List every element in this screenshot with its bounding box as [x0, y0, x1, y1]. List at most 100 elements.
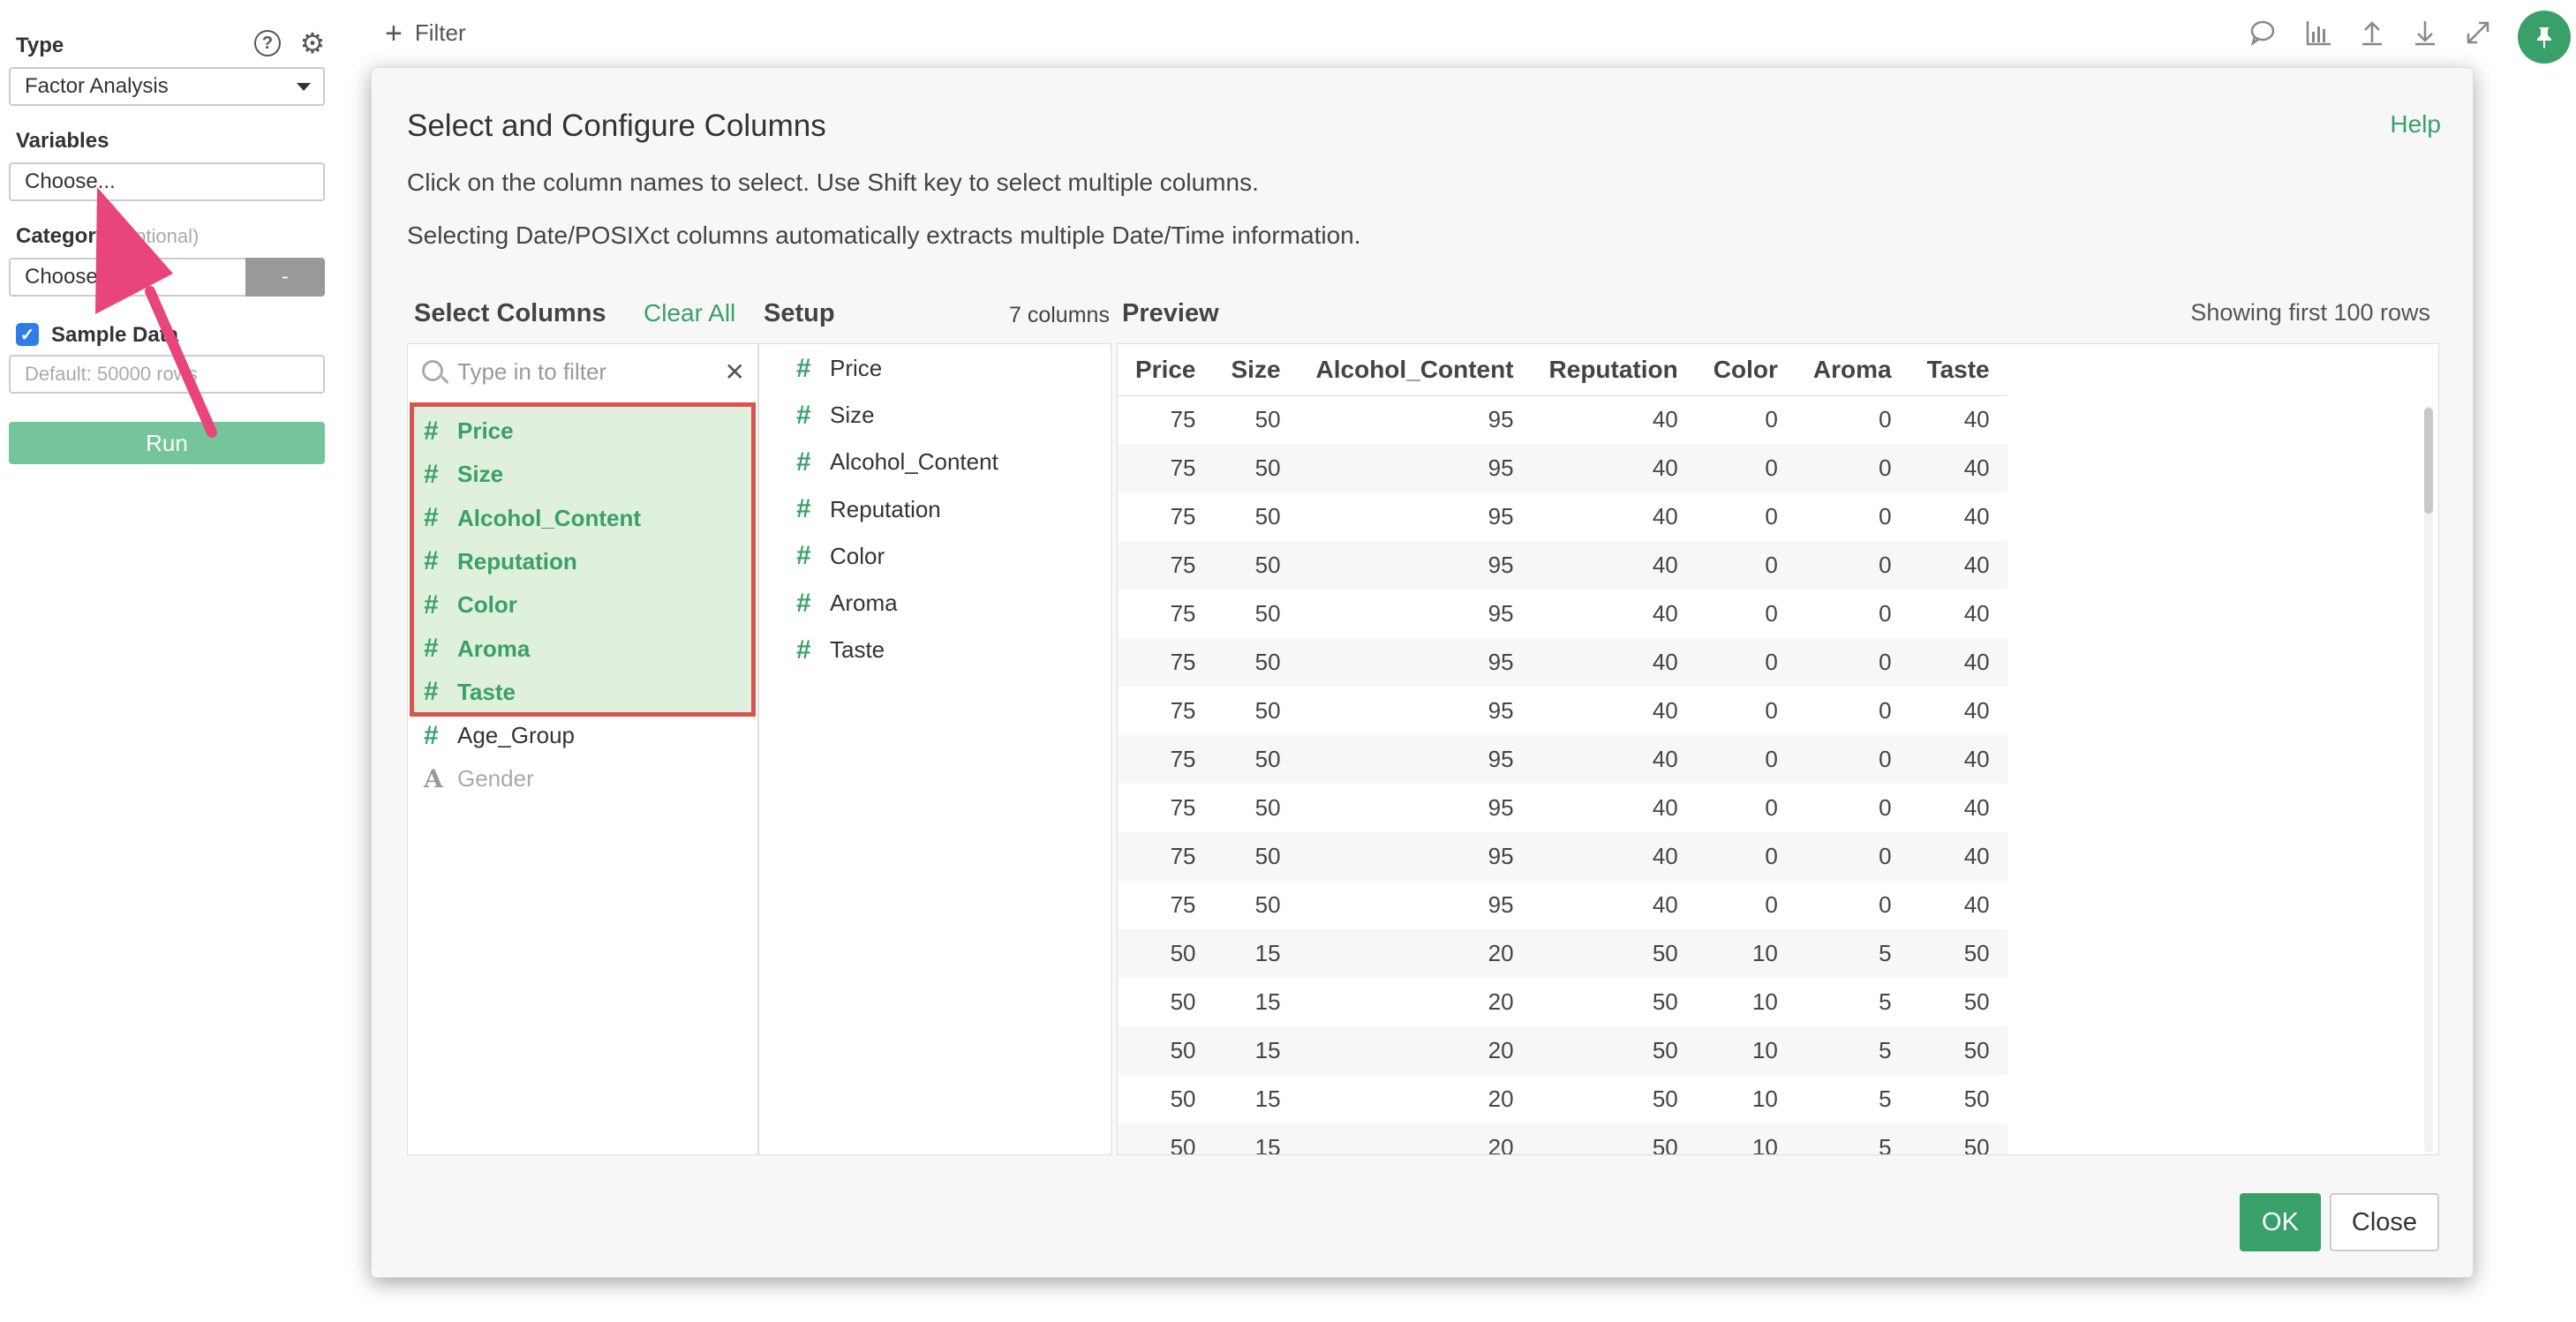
- numeric-type-icon: #: [424, 590, 439, 620]
- help-link[interactable]: Help: [2390, 110, 2441, 139]
- numeric-type-icon: #: [796, 635, 811, 665]
- column-item[interactable]: # Price: [796, 347, 882, 390]
- scrollbar-thumb[interactable]: [2424, 408, 2433, 514]
- table-cell: 50: [1213, 541, 1299, 590]
- column-item[interactable]: # Alcohol_Content: [424, 497, 641, 540]
- column-item[interactable]: # Aroma: [796, 582, 898, 625]
- numeric-type-icon: #: [424, 416, 439, 446]
- numeric-type-icon: #: [424, 634, 439, 663]
- dialog-title: Select and Configure Columns: [407, 109, 826, 143]
- type-label: Type: [16, 34, 64, 57]
- column-item[interactable]: # Age_Group: [424, 714, 575, 757]
- table-cell: 75: [1118, 541, 1214, 590]
- preview-column-header: Color: [1695, 344, 1796, 396]
- sample-size-input[interactable]: Default: 50000 rows: [9, 355, 325, 394]
- preview-column-header: Price: [1118, 344, 1214, 396]
- column-name: Reputation: [830, 495, 941, 522]
- table-cell: 10: [1695, 1026, 1796, 1075]
- table-cell: 15: [1213, 1123, 1299, 1154]
- table-cell: 0: [1695, 832, 1796, 881]
- table-cell: 0: [1879, 406, 1892, 433]
- table-cell: 0: [1765, 503, 1778, 530]
- run-button[interactable]: Run: [9, 422, 325, 464]
- numeric-type-icon: #: [796, 541, 811, 571]
- preview-title: Preview: [1122, 299, 1219, 327]
- type-select-value: Factor Analysis: [25, 74, 169, 98]
- gear-icon[interactable]: ⚙: [298, 29, 327, 57]
- preview-column-header: Size: [1213, 344, 1299, 396]
- table-cell: 50: [1254, 891, 1281, 918]
- table-cell: 50: [1531, 1123, 1696, 1154]
- column-item[interactable]: # Size: [796, 394, 875, 437]
- column-item[interactable]: # Taste: [424, 671, 516, 714]
- table-cell: 0: [1795, 638, 1909, 687]
- table-cell: 95: [1488, 406, 1514, 433]
- preview-pane: Price Size Alcohol_Content Reputation Color A…: [1117, 343, 2439, 1155]
- preview-column-header: Alcohol_Content: [1298, 344, 1532, 396]
- column-item[interactable]: # Aroma: [424, 627, 530, 671]
- table-cell: 20: [1298, 929, 1532, 978]
- table-cell: 0: [1695, 638, 1796, 687]
- table-cell: 50: [1652, 1085, 1678, 1112]
- column-item[interactable]: # Reputation: [424, 540, 577, 583]
- table-cell: 40: [1909, 638, 2007, 687]
- table-cell: 0: [1879, 697, 1892, 724]
- column-name: Size: [457, 461, 504, 488]
- column-item[interactable]: # Alcohol_Content: [796, 440, 998, 484]
- sample-data-checkbox[interactable]: ✓: [16, 323, 39, 346]
- table-cell: 10: [1695, 1123, 1796, 1154]
- chevron-down-icon: [297, 83, 311, 91]
- column-name: Price: [457, 417, 514, 444]
- table-cell: 75: [1118, 444, 1214, 492]
- search-icon: [422, 360, 443, 381]
- help-icon[interactable]: ?: [254, 30, 281, 56]
- filter-label: Filter: [414, 19, 466, 46]
- category-clear-button[interactable]: -: [245, 258, 325, 297]
- columns-count: 7 columns: [1009, 303, 1110, 327]
- table-row: 75 50 95 40 0 0 40: [1118, 881, 2007, 929]
- column-filter[interactable]: Type in to filter ✕: [408, 344, 757, 399]
- table-cell: 50: [1909, 929, 2007, 978]
- ok-button[interactable]: OK: [2240, 1193, 2321, 1251]
- comment-icon[interactable]: [2248, 18, 2278, 48]
- column-item[interactable]: # Color: [796, 535, 885, 578]
- upload-icon[interactable]: [2357, 18, 2387, 48]
- table-cell: 50: [1254, 503, 1281, 530]
- close-button[interactable]: Close: [2330, 1193, 2439, 1251]
- table-cell: 50: [1254, 697, 1281, 724]
- table-cell: 75: [1170, 600, 1196, 627]
- table-cell: 15: [1213, 1026, 1299, 1075]
- column-item[interactable]: # Size: [424, 453, 503, 496]
- dialog-description-1: Click on the column names to select. Use…: [407, 169, 1259, 196]
- filter-input-placeholder[interactable]: Type in to filter: [457, 358, 606, 386]
- category-chooser[interactable]: Choose...: [9, 258, 247, 297]
- column-item[interactable]: # Price: [424, 409, 514, 453]
- column-item[interactable]: # Taste: [796, 628, 885, 672]
- expand-icon[interactable]: [2463, 18, 2493, 48]
- preview-scrollbar[interactable]: [2424, 406, 2433, 1153]
- chart-icon[interactable]: [2304, 18, 2334, 48]
- clear-all-button[interactable]: Clear All: [644, 299, 735, 327]
- plus-icon: +: [385, 16, 403, 50]
- table-cell: 40: [1909, 735, 2007, 784]
- table-cell: 75: [1118, 735, 1214, 784]
- table-cell: 0: [1879, 794, 1892, 821]
- table-cell: 40: [1909, 444, 2007, 492]
- table-cell: 95: [1298, 638, 1532, 687]
- close-icon[interactable]: ✕: [725, 357, 745, 387]
- table-row: 75 50 95 40 0 0 40: [1118, 541, 2007, 590]
- table-row: 75 50 95 40 0 0 40: [1118, 638, 2007, 687]
- table-cell: 0: [1765, 600, 1778, 627]
- column-item[interactable]: A Gender: [424, 757, 534, 800]
- preview-column-header: Taste: [1909, 344, 2007, 396]
- column-item[interactable]: # Color: [424, 583, 517, 627]
- variables-chooser[interactable]: Choose...: [9, 162, 325, 201]
- column-item[interactable]: # Reputation: [796, 488, 941, 531]
- column-name: Taste: [457, 678, 516, 705]
- download-icon[interactable]: [2410, 18, 2440, 48]
- table-cell: 50: [1170, 988, 1196, 1015]
- add-filter-button[interactable]: + Filter: [385, 16, 466, 50]
- table-cell: 0: [1765, 891, 1778, 918]
- type-select[interactable]: Factor Analysis: [9, 67, 325, 106]
- pin-button[interactable]: [2518, 11, 2571, 64]
